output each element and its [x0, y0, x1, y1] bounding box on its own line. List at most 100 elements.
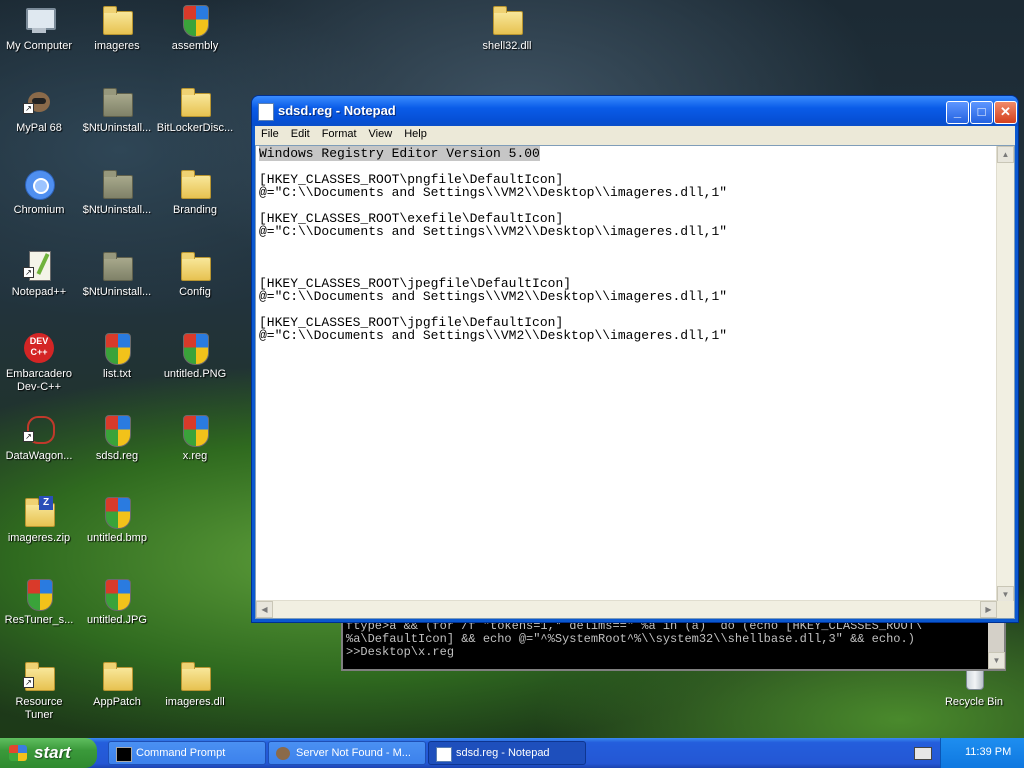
desktop-icon-x-reg[interactable]: x.reg [156, 414, 234, 463]
task-label: sdsd.reg - Notepad [456, 747, 550, 759]
desktop-icon-list-txt[interactable]: list.txt [78, 332, 156, 381]
desktop-icon-assembly[interactable]: assembly [156, 4, 234, 53]
system-tray: 11:39 PM [940, 738, 1024, 768]
shield-icon [23, 578, 55, 611]
devcpp-icon: DEV C++ [23, 332, 55, 364]
datawagon-icon: ↗ [23, 414, 55, 446]
editor-text: [HKEY_CLASSES_ROOT\pngfile\DefaultIcon] … [259, 172, 728, 343]
scroll-left-button[interactable]: ◀ [256, 601, 273, 618]
command-prompt-window[interactable]: ftype>a && (for /f "tokens=1,* delims=="… [341, 620, 1006, 671]
desktop-icon-untitled-bmp[interactable]: untitled.bmp [78, 496, 156, 545]
desktop-icon-config[interactable]: Config [156, 250, 234, 299]
icon-label: untitled.PNG [163, 368, 227, 380]
icon-label: imageres.dll [165, 696, 225, 708]
scroll-right-button[interactable]: ▶ [980, 601, 997, 618]
resize-grip[interactable] [997, 601, 1014, 618]
notepad-icon [436, 747, 452, 762]
desktop-icon-notepadpp[interactable]: ↗ Notepad++ [0, 250, 78, 299]
title-bar[interactable]: sdsd.reg - Notepad _ □ ✕ [252, 96, 1018, 126]
icon-label: sdsd.reg [95, 450, 139, 462]
desktop-icon-restuner[interactable]: ResTuner_s... [0, 578, 78, 627]
desktop-icon-datawagon[interactable]: ↗ DataWagon... [0, 414, 78, 463]
close-button[interactable]: ✕ [994, 101, 1017, 124]
horizontal-scrollbar[interactable]: ◀ ▶ [256, 600, 997, 618]
window-title: sdsd.reg - Notepad [278, 103, 396, 118]
icon-label: Resource Tuner [15, 696, 63, 721]
icon-label: shell32.dll [482, 40, 532, 52]
folder-icon [101, 4, 133, 36]
notepadpp-icon: ↗ [23, 250, 55, 282]
icon-label: DataWagon... [5, 450, 73, 462]
folder-icon: ↗ [23, 660, 55, 692]
shield-icon [101, 414, 133, 447]
desktop-icon-imageres-zip[interactable]: Z imageres.zip [0, 496, 78, 545]
taskbar-item-browser[interactable]: Server Not Found - M... [268, 741, 426, 765]
windows-logo-icon [9, 745, 27, 761]
icon-label: untitled.bmp [87, 532, 147, 544]
desktop-icon-imageres[interactable]: imageres [78, 4, 156, 53]
shield-icon [101, 496, 133, 529]
maximize-button[interactable]: □ [970, 101, 993, 124]
shield-icon [179, 414, 211, 447]
menu-format[interactable]: Format [316, 126, 363, 140]
selected-text: Windows Registry Editor Version 5.00 [259, 146, 540, 161]
desktop-icon-ntuninstall-1[interactable]: $NtUninstall... [78, 86, 156, 135]
icon-label: Branding [172, 204, 218, 216]
menu-view[interactable]: View [363, 126, 399, 140]
command-prompt-output: ftype>a && (for /f "tokens=1,* delims=="… [346, 620, 923, 659]
menu-help[interactable]: Help [398, 126, 433, 140]
icon-label: My Computer [5, 40, 73, 52]
icon-label: ResTuner_s... [4, 614, 74, 626]
start-button[interactable]: start [0, 738, 97, 768]
desktop-icon-bitlocker[interactable]: BitLockerDisc... [156, 86, 234, 135]
folder-icon [179, 168, 211, 200]
clock[interactable]: 11:39 PM [965, 746, 1011, 758]
scroll-down-button[interactable]: ▼ [988, 652, 1005, 669]
desktop-icon-devcpp[interactable]: DEV C++ Embarcadero Dev-C++ [0, 332, 78, 394]
zip-folder-icon: Z [23, 496, 55, 528]
folder-icon [179, 86, 211, 118]
notepad-window[interactable]: sdsd.reg - Notepad _ □ ✕ File Edit Format V… [252, 96, 1018, 622]
editor-content[interactable]: Windows Registry Editor Version 5.00 [HK… [259, 146, 999, 604]
desktop-icon-untitled-jpg[interactable]: untitled.JPG [78, 578, 156, 627]
folder-icon [179, 660, 211, 692]
desktop-icon-mypal[interactable]: ↗ MyPal 68 [0, 86, 78, 135]
taskbar: start Command Prompt Server Not Found - … [0, 738, 1024, 768]
icon-label: Recycle Bin [944, 696, 1004, 708]
desktop-icon-ntuninstall-3[interactable]: $NtUninstall... [78, 250, 156, 299]
desktop-icon-ntuninstall-2[interactable]: $NtUninstall... [78, 168, 156, 217]
folder-icon [101, 250, 133, 282]
desktop-icon-shell32[interactable]: shell32.dll [468, 4, 546, 53]
taskbar-item-notepad[interactable]: sdsd.reg - Notepad [428, 741, 586, 765]
desktop-icon-imageres-dll[interactable]: imageres.dll [156, 660, 234, 709]
minimize-button[interactable]: _ [946, 101, 969, 124]
taskbar-item-command-prompt[interactable]: Command Prompt [108, 741, 266, 765]
icon-label: assembly [171, 40, 219, 52]
desktop-icon-branding[interactable]: Branding [156, 168, 234, 217]
chromium-icon [23, 168, 55, 200]
icon-label: Config [179, 286, 211, 298]
menu-edit[interactable]: Edit [285, 126, 316, 140]
desktop-icon-sdsd-reg[interactable]: sdsd.reg [78, 414, 156, 463]
desktop: My Computer ↗ MyPal 68 Chromium ↗ Notepa… [0, 0, 1024, 738]
icon-label: $NtUninstall... [82, 204, 152, 216]
icon-label: untitled.JPG [87, 614, 147, 626]
notepad-icon [258, 103, 274, 121]
shield-icon [179, 332, 211, 365]
desktop-icon-untitled-png[interactable]: untitled.PNG [156, 332, 234, 381]
folder-icon [101, 660, 133, 692]
scroll-up-button[interactable]: ▲ [997, 146, 1014, 163]
text-editor[interactable]: Windows Registry Editor Version 5.00 [HK… [255, 145, 1015, 619]
keyboard-icon[interactable] [914, 747, 932, 760]
desktop-icon-chromium[interactable]: Chromium [0, 168, 78, 217]
vertical-scrollbar[interactable]: ▼ [988, 622, 1005, 669]
desktop-icon-my-computer[interactable]: My Computer [0, 4, 78, 53]
computer-icon [23, 4, 56, 36]
menu-file[interactable]: File [255, 126, 285, 140]
vertical-scrollbar[interactable]: ▲ ▼ [996, 146, 1014, 603]
folder-icon [491, 4, 523, 36]
desktop-icon-resource-tuner[interactable]: ↗ Resource Tuner [0, 660, 78, 722]
icon-label: imageres [94, 40, 140, 52]
command-prompt-icon [116, 747, 132, 762]
desktop-icon-apppatch[interactable]: AppPatch [78, 660, 156, 709]
